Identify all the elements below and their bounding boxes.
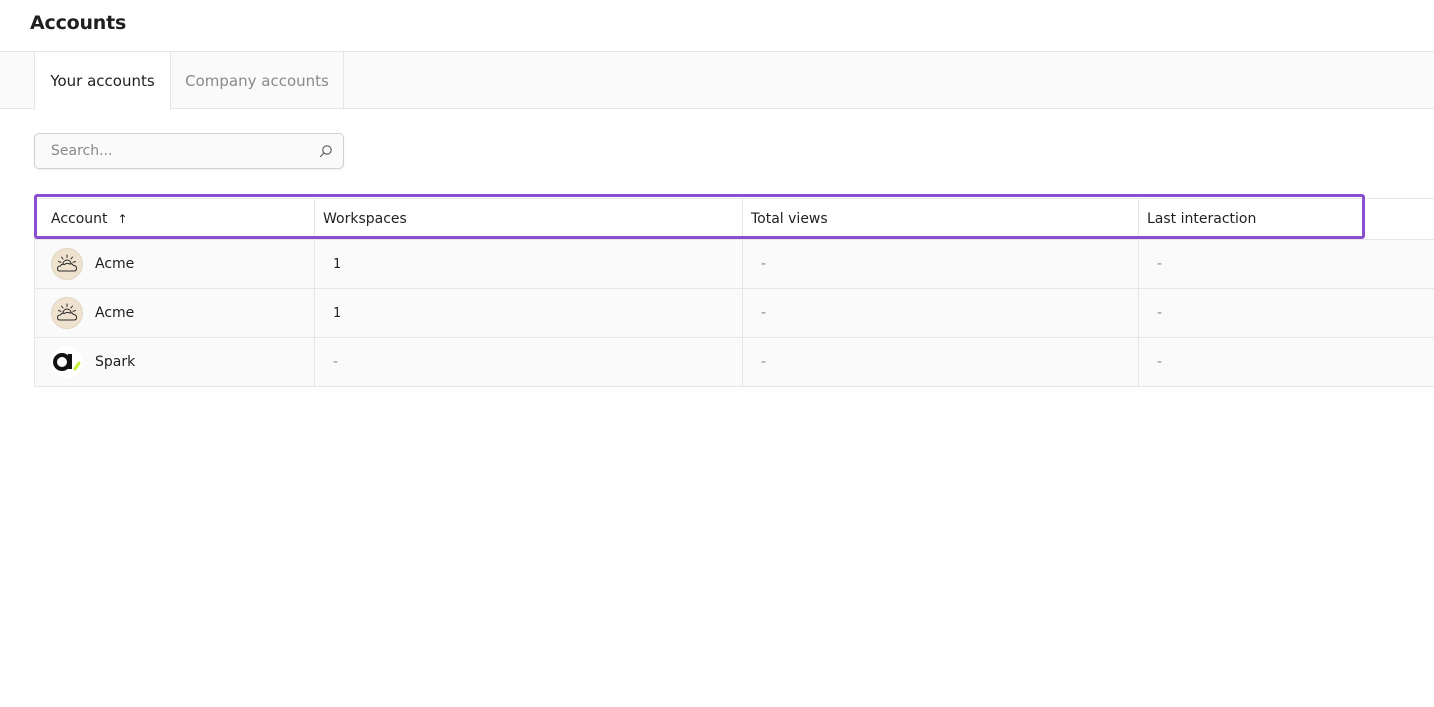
table-header-row: Account ↑ Workspaces Total views Last in… xyxy=(34,199,1434,240)
sort-ascending-icon: ↑ xyxy=(117,212,128,226)
total-views-cell: - xyxy=(742,338,1138,386)
last-interaction-cell: - xyxy=(1138,338,1434,386)
account-cell[interactable]: Acme xyxy=(34,240,314,288)
search-icon[interactable] xyxy=(319,144,333,158)
column-header-workspaces[interactable]: Workspaces xyxy=(314,199,742,239)
workspaces-count: 1 xyxy=(333,256,341,272)
total-views-value: - xyxy=(761,305,767,321)
total-views-value: - xyxy=(761,256,767,272)
tabs-bar: Your accounts Company accounts xyxy=(0,52,1434,110)
accounts-table: Account ↑ Workspaces Total views Last in… xyxy=(34,198,1434,387)
workspaces-count: - xyxy=(333,354,339,370)
last-interaction-cell: - xyxy=(1138,240,1434,288)
last-interaction-value: - xyxy=(1157,256,1163,272)
column-header-label: Total views xyxy=(751,211,828,227)
spark-a-logo xyxy=(51,346,83,378)
column-header-label: Account xyxy=(51,211,108,227)
last-interaction-value: - xyxy=(1157,305,1163,321)
tab-your-accounts[interactable]: Your accounts xyxy=(34,52,171,110)
account-cell[interactable]: Acme xyxy=(34,289,314,337)
last-interaction-cell: - xyxy=(1138,289,1434,337)
workspaces-cell: 1 xyxy=(314,289,742,337)
column-header-total-views[interactable]: Total views xyxy=(742,199,1138,239)
column-header-label: Workspaces xyxy=(323,211,407,227)
workspaces-cell: - xyxy=(314,338,742,386)
search-box[interactable] xyxy=(34,133,344,169)
account-cell[interactable]: Spark xyxy=(34,338,314,386)
total-views-cell: - xyxy=(742,289,1138,337)
total-views-value: - xyxy=(761,354,767,370)
column-header-account[interactable]: Account ↑ xyxy=(34,199,314,239)
account-name[interactable]: Acme xyxy=(95,305,134,321)
table-row[interactable]: Acme 1 - - xyxy=(34,240,1434,289)
table-row[interactable]: Spark - - - xyxy=(34,338,1434,387)
acme-cloud-logo xyxy=(51,248,83,280)
search-input[interactable] xyxy=(35,134,315,168)
workspaces-cell: 1 xyxy=(314,240,742,288)
last-interaction-value: - xyxy=(1157,354,1163,370)
table-row[interactable]: Acme 1 - - xyxy=(34,289,1434,338)
acme-cloud-logo xyxy=(51,297,83,329)
total-views-cell: - xyxy=(742,240,1138,288)
account-name[interactable]: Spark xyxy=(95,354,135,370)
tab-company-accounts[interactable]: Company accounts xyxy=(171,52,344,109)
page-header: Accounts xyxy=(0,0,1434,52)
column-header-last-interaction[interactable]: Last interaction xyxy=(1138,199,1434,239)
account-name[interactable]: Acme xyxy=(95,256,134,272)
workspaces-count: 1 xyxy=(333,305,341,321)
page-title: Accounts xyxy=(30,12,127,34)
column-header-label: Last interaction xyxy=(1147,211,1257,227)
